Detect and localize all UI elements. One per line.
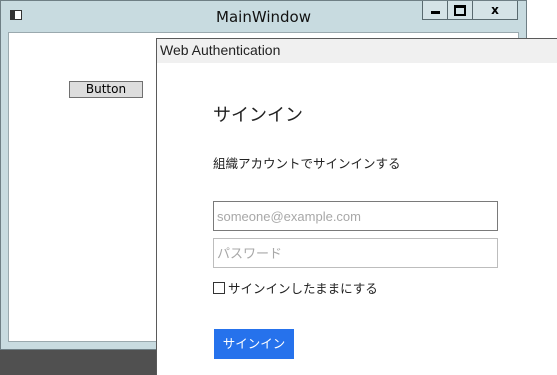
close-icon: x	[491, 3, 499, 17]
dialog-title: Web Authentication	[160, 42, 281, 58]
minimize-icon	[430, 11, 440, 14]
main-button[interactable]: Button	[69, 81, 143, 98]
title-bar[interactable]: MainWindow x	[1, 1, 526, 32]
signin-heading: サインイン	[213, 105, 303, 126]
signin-button[interactable]: サインイン	[214, 329, 294, 359]
taskbar-strip	[0, 350, 157, 375]
signin-subheading: 組織アカウントでサインインする	[213, 156, 401, 171]
password-input[interactable]	[213, 238, 498, 268]
maximize-icon	[454, 4, 466, 16]
email-input[interactable]	[213, 201, 498, 231]
dialog-title-bar[interactable]: Web Authentication	[157, 39, 557, 63]
minimize-button[interactable]	[422, 1, 448, 20]
window-controls: x	[422, 1, 518, 21]
keep-signed-in-checkbox[interactable]	[213, 281, 225, 294]
close-button[interactable]: x	[472, 1, 518, 20]
keep-signed-in-label[interactable]: サインインしたままにする	[228, 278, 378, 297]
maximize-button[interactable]	[447, 1, 473, 20]
keep-signed-in-row[interactable]: サインインしたままにする	[213, 278, 378, 297]
web-authentication-dialog: Web Authentication サインイン 組織アカウントでサインインする…	[156, 38, 557, 375]
